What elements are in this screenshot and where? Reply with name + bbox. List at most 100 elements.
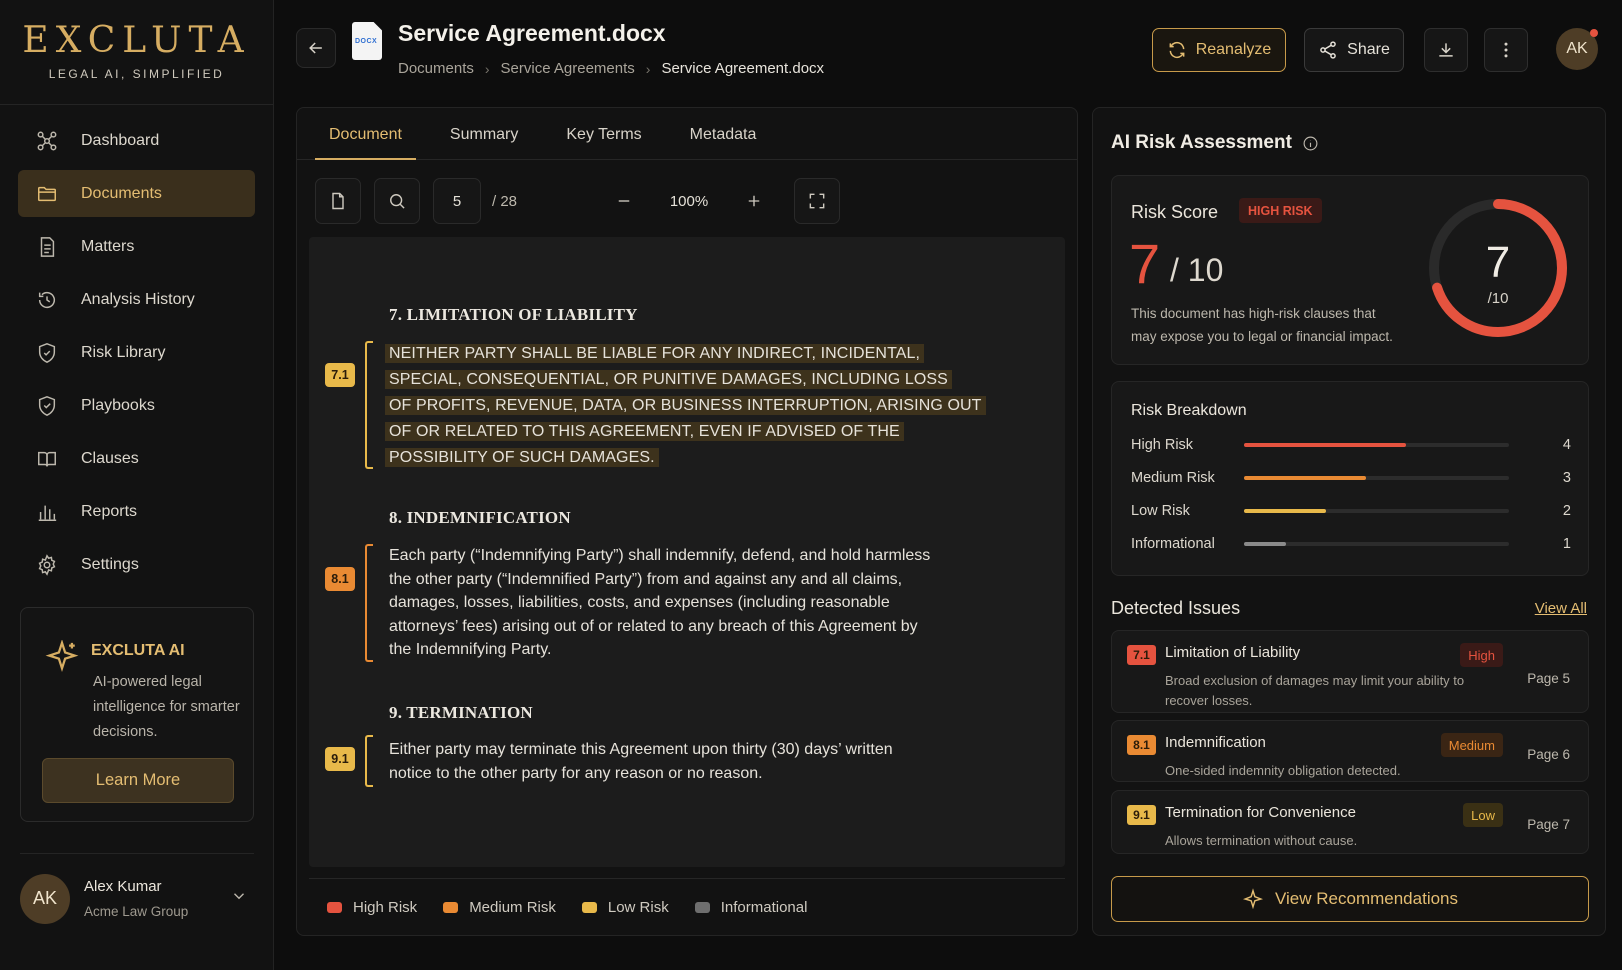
sidebar-item-documents[interactable]: Documents — [18, 170, 255, 217]
learn-more-button[interactable]: Learn More — [42, 758, 234, 803]
chevron-down-icon[interactable] — [230, 887, 248, 910]
breadcrumb-item[interactable]: Documents — [398, 60, 474, 77]
more-vertical-icon — [1504, 42, 1508, 58]
clause-tag[interactable]: 7.1 — [325, 363, 355, 387]
sidebar-item-reports[interactable]: Reports — [18, 488, 255, 535]
sidebar-item-analysis-history[interactable]: Analysis History — [18, 276, 255, 323]
clause-line: Each party (“Indemnifying Party”) shall … — [389, 547, 931, 564]
document-page[interactable]: 7. LIMITATION OF LIABILITY 7.1 NEITHER P… — [309, 237, 1065, 867]
clause-line: the other party (“Indemnified Party”) fr… — [389, 570, 903, 588]
clause-line: damages, losses, liabilities, costs, and… — [389, 594, 890, 611]
clause-line: POSSIBILITY OF SUCH DAMAGES. — [385, 448, 659, 467]
download-button[interactable] — [1424, 28, 1468, 72]
clause-bracket — [365, 341, 373, 469]
zoom-out-button[interactable] — [602, 179, 646, 223]
sidebar: EXCLUTA LEGAL AI, SIMPLIFIED Dashboard D… — [0, 0, 274, 970]
shield-check-icon — [36, 395, 58, 417]
info-icon[interactable] — [1302, 135, 1319, 152]
severity-badge: Medium — [1440, 733, 1503, 757]
risk-assessment-panel: AI Risk Assessment Risk Score HIGH RISK … — [1092, 107, 1606, 936]
issue-title: Indemnification — [1165, 734, 1266, 751]
sparkle-icon — [45, 640, 79, 673]
clause-line: the Indemnifying Party. — [389, 641, 552, 658]
tab-summary[interactable]: Summary — [436, 108, 532, 159]
status-badge: HIGH RISK — [1239, 198, 1322, 223]
clause-line: OF PROFITS, REVENUE, DATA, OR BUSINESS I… — [385, 396, 986, 415]
folder-icon — [36, 183, 58, 205]
sidebar-item-clauses[interactable]: Clauses — [18, 435, 255, 482]
recommendations-label: View Recommendations — [1275, 889, 1458, 908]
legend-label: Low Risk — [607, 899, 669, 916]
view-all-link[interactable]: View All — [1535, 600, 1587, 617]
zoom-level: 100% — [669, 192, 709, 210]
breakdown-track — [1244, 476, 1509, 480]
breakdown-row: Low Risk 2 — [1131, 501, 1571, 521]
fullscreen-button[interactable] — [794, 178, 840, 224]
sidebar-item-label: Clauses — [81, 449, 139, 467]
clause-text[interactable]: Either party may terminate this Agreemen… — [389, 738, 893, 785]
section-title: 9. TERMINATION — [389, 703, 533, 722]
clause-tag[interactable]: 9.1 — [325, 747, 355, 771]
chevron-right-icon: › — [645, 60, 651, 77]
gear-icon — [36, 553, 58, 576]
tab-document[interactable]: Document — [315, 108, 416, 160]
clause-tag[interactable]: 8.1 — [325, 567, 355, 591]
share-button[interactable]: Share — [1304, 28, 1404, 72]
minus-icon — [618, 200, 630, 202]
sidebar-item-label: Dashboard — [81, 131, 160, 149]
sidebar-item-label: Matters — [81, 237, 135, 255]
breadcrumb-item[interactable]: Service Agreements — [501, 60, 635, 77]
plus-icon — [748, 195, 760, 207]
issue-description: One-sided indemnity obligation detected. — [1165, 763, 1401, 778]
breakdown-count: 4 — [1562, 437, 1571, 453]
issue-tag: 7.1 — [1127, 645, 1156, 665]
issue-card[interactable]: 7.1 Limitation of Liability Broad exclus… — [1111, 630, 1589, 713]
sidebar-item-risk-library[interactable]: Risk Library — [18, 329, 255, 376]
page-icon — [332, 192, 344, 210]
page-number-input[interactable] — [433, 178, 481, 224]
breakdown-count: 3 — [1562, 470, 1571, 486]
sidebar-item-dashboard[interactable]: Dashboard — [18, 117, 255, 164]
brand-logo[interactable]: EXCLUTA — [0, 20, 273, 61]
legend-label: Informational — [720, 899, 808, 916]
tab-metadata[interactable]: Metadata — [676, 108, 771, 159]
clause-line: notice to the other party for any reason… — [389, 764, 763, 782]
breakdown-row: Informational 1 — [1131, 534, 1571, 554]
view-recommendations-button[interactable]: View Recommendations — [1111, 876, 1589, 922]
arrow-left-icon — [309, 42, 322, 54]
search-button[interactable] — [374, 178, 420, 224]
user-profile[interactable]: AK Alex Kumar Acme Law Group — [20, 853, 254, 943]
file-text-icon — [36, 236, 58, 258]
breakdown-label: High Risk — [1131, 437, 1194, 453]
clause-text[interactable]: Each party (“Indemnifying Party”) shall … — [389, 544, 930, 662]
sidebar-item-label: Analysis History — [81, 290, 195, 308]
docx-file-icon: DOCX — [352, 22, 382, 60]
breadcrumb-current: Service Agreement.docx — [661, 60, 825, 77]
legend-item: Low Risk — [581, 899, 669, 916]
clause-text-highlighted[interactable]: NEITHER PARTY SHALL BE LIABLE FOR ANY IN… — [385, 341, 986, 471]
clause-line: OF OR RELATED TO THIS AGREEMENT, EVEN IF… — [385, 422, 904, 441]
reanalyze-button[interactable]: Reanalyze — [1152, 28, 1286, 72]
share-icon — [1320, 41, 1336, 59]
legend-swatch — [581, 902, 597, 913]
header-avatar[interactable]: AK — [1556, 28, 1598, 70]
tab-key-terms[interactable]: Key Terms — [552, 108, 655, 159]
issue-page: Page 7 — [1527, 817, 1570, 832]
sidebar-item-settings[interactable]: Settings — [18, 541, 255, 588]
zoom-in-button[interactable] — [732, 179, 776, 223]
back-button[interactable] — [296, 28, 336, 68]
ai-promo-card: EXCLUTA AI AI-powered legal intelligence… — [20, 607, 254, 822]
breakdown-label: Low Risk — [1131, 503, 1190, 519]
shield-icon — [36, 342, 58, 364]
page-view-button[interactable] — [315, 178, 361, 224]
sidebar-item-playbooks[interactable]: Playbooks — [18, 382, 255, 429]
severity-badge: High — [1460, 643, 1503, 667]
sidebar-item-matters[interactable]: Matters — [18, 223, 255, 270]
issue-card[interactable]: 9.1 Termination for Convenience Allows t… — [1111, 790, 1589, 854]
more-options-button[interactable] — [1484, 28, 1528, 72]
issue-card[interactable]: 8.1 Indemnification One-sided indemnity … — [1111, 720, 1589, 782]
brand-tagline: LEGAL AI, SIMPLIFIED — [48, 67, 225, 81]
risk-score-description: This document has high-risk clauses that… — [1131, 306, 1393, 344]
legend-swatch — [443, 902, 459, 913]
panel-title-text: AI Risk Assessment — [1111, 132, 1292, 153]
